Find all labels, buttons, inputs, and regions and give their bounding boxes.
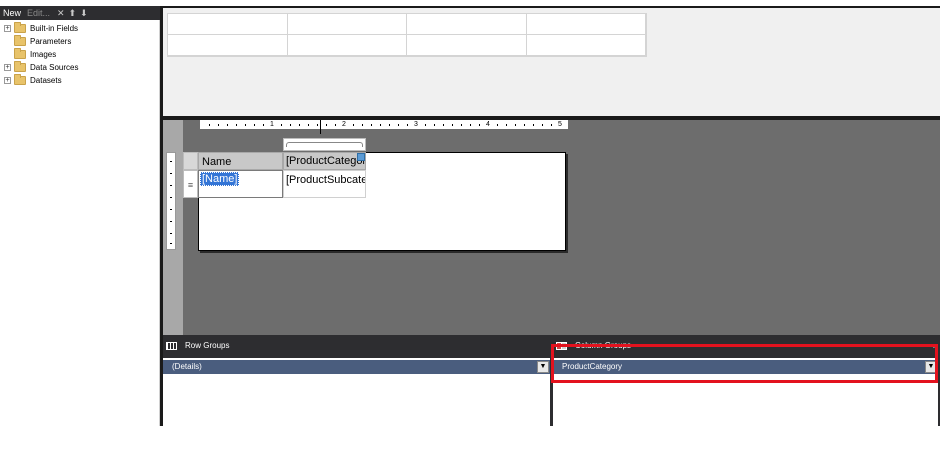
table-cell[interactable]: [168, 14, 288, 35]
row-handle[interactable]: ≡: [183, 170, 198, 198]
selected-text: [Name]: [200, 172, 240, 186]
top-table[interactable]: [167, 13, 647, 57]
report-data-toolbar: New Edit... ✕ ⬆ ⬇: [0, 6, 160, 20]
header-cell-name[interactable]: Name: [198, 152, 283, 170]
tree-item-data-sources[interactable]: + Data Sources: [4, 61, 78, 74]
folder-icon: [14, 22, 26, 33]
column-group-bracket: [286, 142, 363, 147]
row-groups-icon: [166, 341, 177, 350]
table-cell[interactable]: [287, 14, 407, 35]
new-button[interactable]: New: [0, 8, 24, 18]
row-group-dropdown-button[interactable]: ▼: [537, 361, 549, 373]
grouping-right-edge: [938, 358, 940, 426]
expand-icon[interactable]: +: [4, 25, 11, 32]
ruler-position-marker: [320, 120, 321, 134]
detail-cell-name[interactable]: [Name]: [198, 170, 283, 198]
tablix-corner-handle[interactable]: [183, 152, 198, 170]
row-groups-title: Row Groups: [166, 341, 229, 350]
tree-item-images[interactable]: Images: [4, 48, 56, 61]
folder-icon: [14, 74, 26, 85]
ruler-number: 4: [486, 121, 490, 128]
tree-item-label: Datasets: [30, 76, 62, 85]
detail-cell-product-subcategory[interactable]: [ProductSubcategory]: [283, 170, 366, 198]
expand-icon[interactable]: +: [4, 64, 11, 71]
ruler-number: 3: [414, 121, 418, 128]
table-cell[interactable]: [407, 35, 527, 56]
field-list-icon[interactable]: [357, 153, 365, 161]
vertical-ruler: [166, 152, 176, 250]
tree-item-datasets[interactable]: + Datasets: [4, 74, 62, 87]
ruler-number: 5: [558, 121, 562, 128]
tree-item-label: Images: [30, 50, 57, 59]
table-cell[interactable]: [287, 35, 407, 56]
table-cell[interactable]: [168, 35, 288, 56]
table-cell[interactable]: [526, 14, 646, 35]
row-group-details[interactable]: (Details): [163, 360, 550, 374]
arrow-down-icon[interactable]: ⬇: [80, 8, 88, 19]
close-icon[interactable]: ✕: [57, 8, 65, 19]
table-cell[interactable]: [407, 14, 527, 35]
expand-icon[interactable]: +: [4, 77, 11, 84]
arrow-up-icon[interactable]: ⬆: [69, 8, 77, 19]
tree-item-built-in-fields[interactable]: + Built-in Fields: [4, 22, 78, 35]
report-data-pane: New Edit... ✕ ⬆ ⬇ + Built-in Fields Para…: [0, 6, 160, 426]
horizontal-ruler: 1 2 3 4 5: [200, 120, 568, 129]
column-groups-highlight-box: [551, 344, 938, 383]
edit-button[interactable]: Edit...: [24, 8, 53, 18]
folder-icon: [14, 35, 26, 46]
ruler-number: 2: [342, 121, 346, 128]
tree-item-label: Built-in Fields: [30, 24, 79, 33]
header-cell-product-category[interactable]: [ProductCategory]: [283, 152, 366, 170]
ruler-number: 1: [270, 121, 274, 128]
tree-item-label: Parameters: [30, 37, 72, 46]
folder-icon: [14, 48, 26, 59]
table-cell[interactable]: [526, 35, 646, 56]
folder-icon: [14, 61, 26, 72]
row-groups-list[interactable]: [163, 374, 550, 426]
tree-item-parameters[interactable]: Parameters: [4, 35, 71, 48]
tree-item-label: Data Sources: [30, 63, 79, 72]
